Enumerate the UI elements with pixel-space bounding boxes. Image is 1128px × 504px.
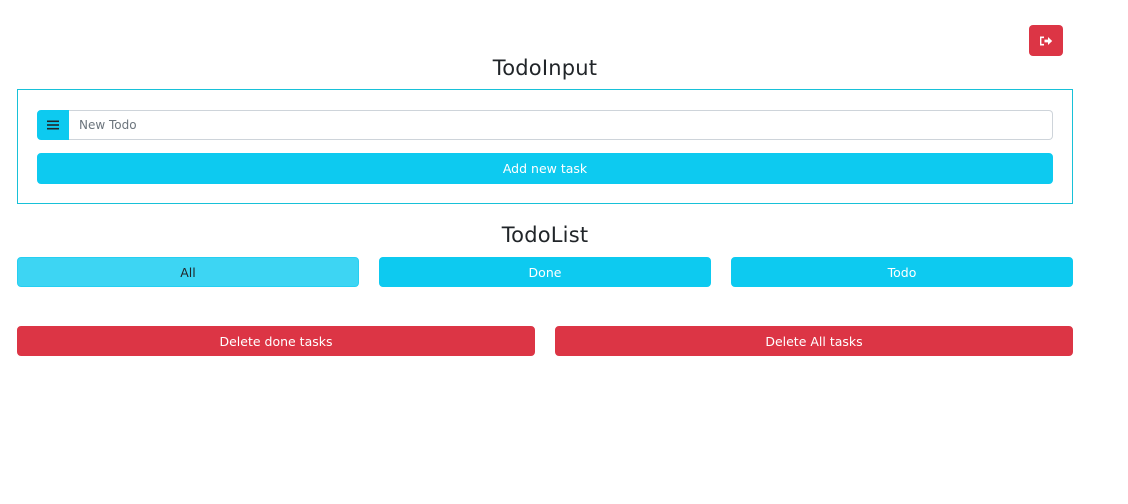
input-prepend xyxy=(37,110,69,140)
delete-all-tasks-button[interactable]: Delete All tasks xyxy=(555,326,1073,356)
todo-app-page: TodoInput Add new task TodoList All Done… xyxy=(0,0,1128,504)
logout-button[interactable] xyxy=(1029,25,1063,56)
todo-input-card: Add new task xyxy=(17,89,1073,204)
add-task-label: Add new task xyxy=(502,161,588,176)
todo-list-title: TodoList xyxy=(501,223,589,247)
sign-out-icon xyxy=(1040,36,1053,45)
todo-input-group xyxy=(37,110,1053,140)
filter-done-button[interactable]: Done xyxy=(379,257,711,287)
list-icon xyxy=(47,120,59,130)
filter-todo-button[interactable]: Todo xyxy=(731,257,1073,287)
new-todo-input[interactable] xyxy=(69,110,1053,140)
delete-done-tasks-button[interactable]: Delete done tasks xyxy=(17,326,535,356)
todo-input-title: TodoInput xyxy=(492,56,598,80)
filter-done-label: Done xyxy=(528,264,562,280)
delete-all-label: Delete All tasks xyxy=(765,333,863,349)
filter-todo-label: Todo xyxy=(887,264,917,280)
delete-done-label: Delete done tasks xyxy=(219,333,333,349)
add-task-button[interactable]: Add new task xyxy=(37,153,1053,184)
filter-all-label: All xyxy=(180,264,196,280)
filter-all-button[interactable]: All xyxy=(17,257,359,287)
